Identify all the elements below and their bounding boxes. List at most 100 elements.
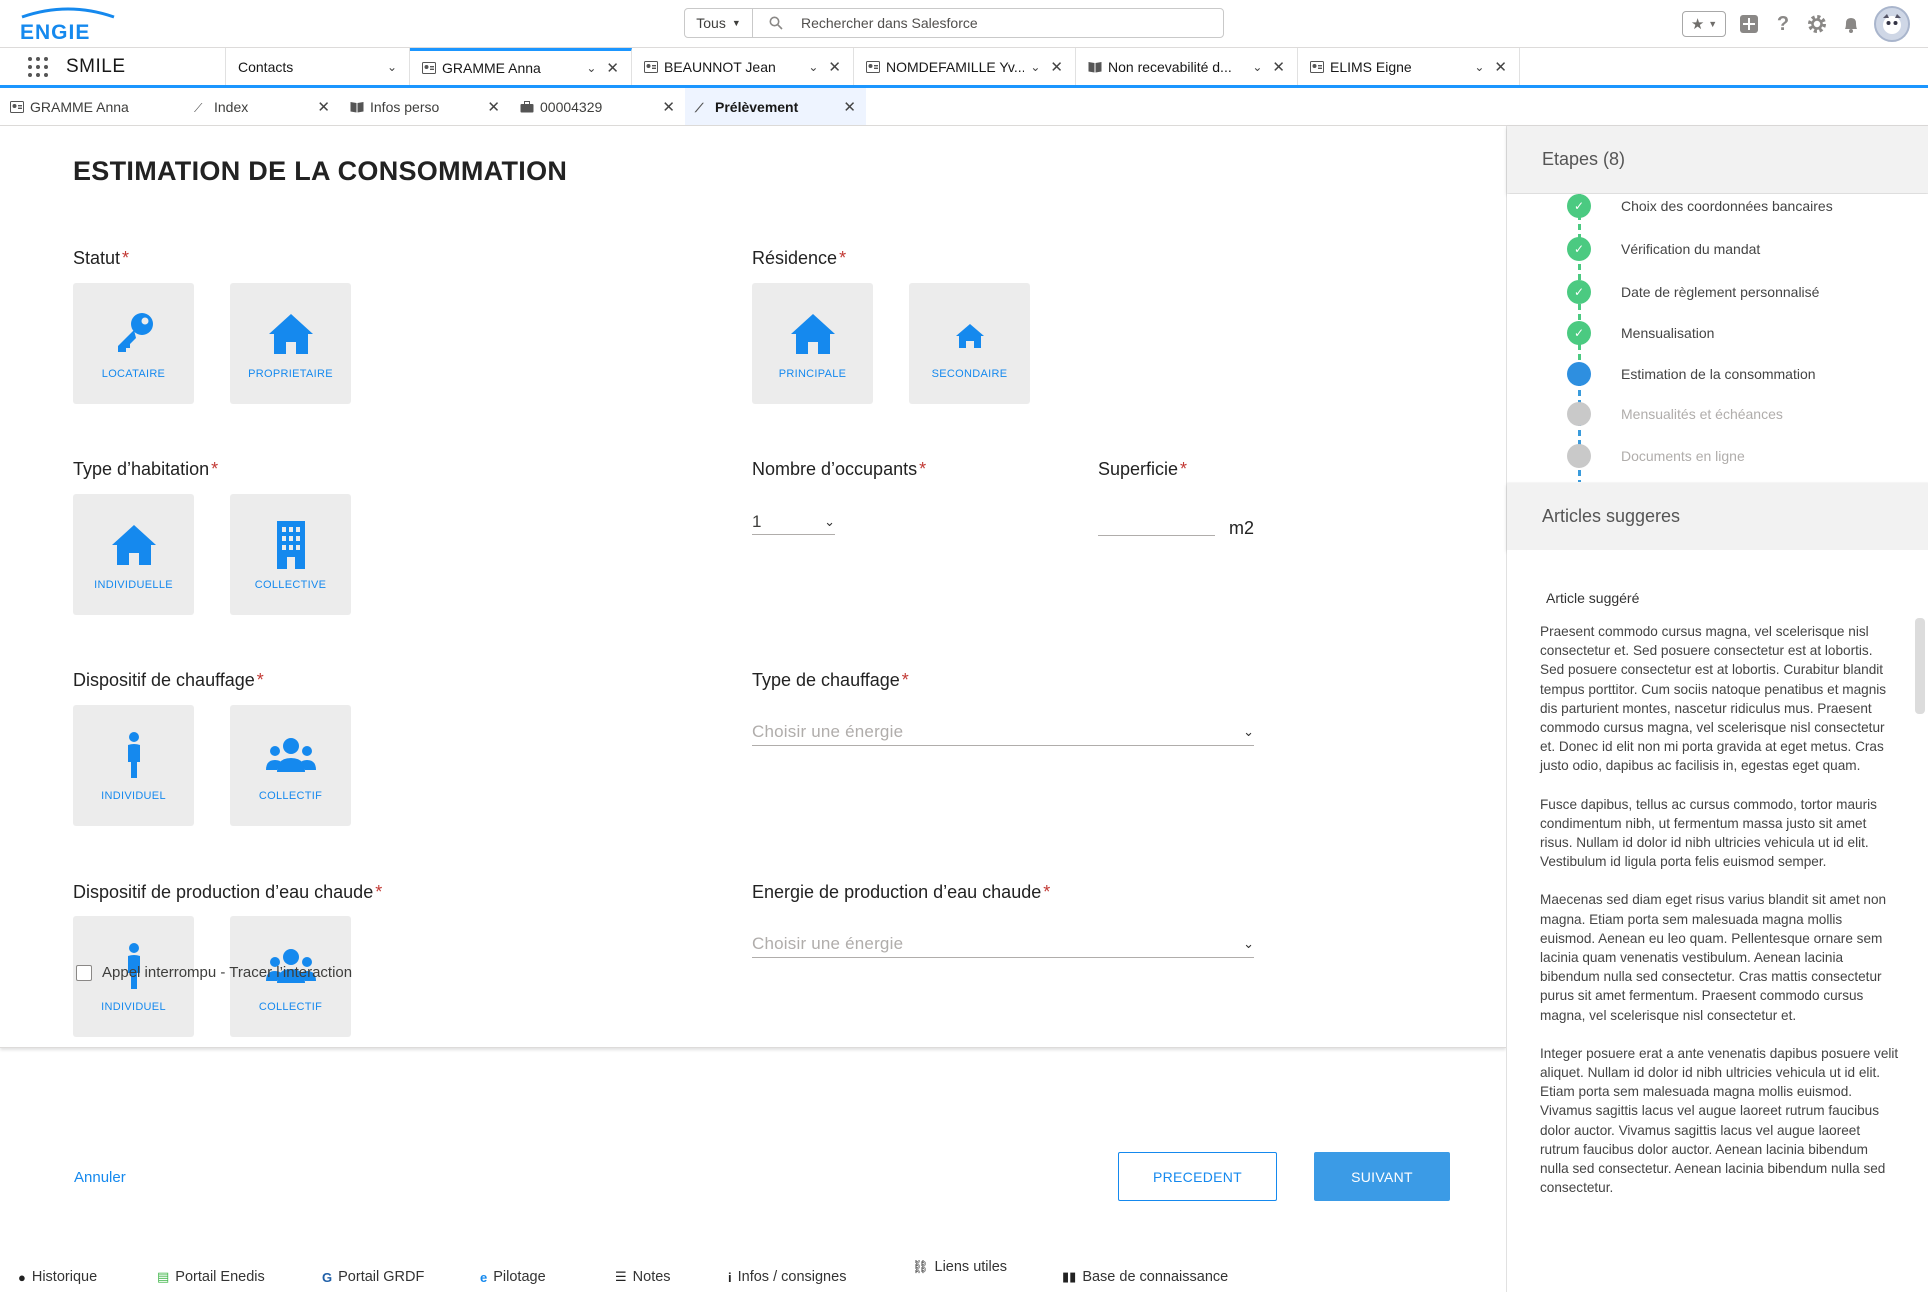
- step-item[interactable]: ✓ Choix des coordonnées bancaires: [1567, 194, 1833, 219]
- statut-proprietaire-tile[interactable]: PROPRIETAIRE: [230, 283, 351, 404]
- chauffage-collectif-tile[interactable]: COLLECTIF: [230, 705, 351, 826]
- contact-card-icon: [422, 62, 436, 74]
- utility-portail-enedis[interactable]: ▤ Portail Enedis: [157, 1269, 265, 1285]
- chauffage-individuel-tile[interactable]: INDIVIDUEL: [73, 705, 194, 826]
- step-item[interactable]: Mensualités et échéances: [1567, 401, 1783, 427]
- habitation-individuelle-tile[interactable]: INDIVIDUELLE: [73, 494, 194, 615]
- subtab-infos-perso[interactable]: Infos perso ✕: [340, 88, 510, 125]
- residence-secondaire-tile[interactable]: SECONDAIRE: [909, 283, 1030, 404]
- steps-list: ✓ Choix des coordonnées bancaires ✓ Véri…: [1507, 194, 1928, 482]
- tab-beaunnot-jean[interactable]: BEAUNNOT Jean ⌄ ✕: [632, 48, 854, 85]
- subtab-gramme-anna[interactable]: GRAMME Anna: [0, 88, 184, 125]
- current-step-dot: [1567, 362, 1591, 386]
- enedis-icon: ▤: [157, 1269, 170, 1284]
- help-icon[interactable]: ?: [1772, 13, 1794, 35]
- pending-step-dot: [1567, 402, 1591, 426]
- step-item-current[interactable]: Estimation de la consommation: [1567, 361, 1816, 387]
- required-marker: *: [122, 248, 130, 268]
- close-icon[interactable]: ✕: [662, 98, 675, 116]
- type-chauffage-label-text: Type de chauffage: [752, 670, 900, 690]
- statut-locataire-tile[interactable]: LOCATAIRE: [73, 283, 194, 404]
- add-icon[interactable]: [1738, 13, 1760, 35]
- utility-infos-consignes[interactable]: i Infos / consignes: [728, 1269, 846, 1285]
- search-input[interactable]: [801, 15, 1181, 31]
- clock-icon: ●: [18, 1269, 26, 1285]
- tab-elims-eigne[interactable]: ELIMS Eigne ⌄ ✕: [1298, 48, 1520, 85]
- residence-label: Résidence *: [752, 248, 846, 269]
- search-field[interactable]: [753, 9, 1223, 37]
- tab-gramme-anna[interactable]: GRAMME Anna ⌄ ✕: [410, 48, 632, 85]
- subtab-00004329[interactable]: 00004329 ✕: [510, 88, 685, 125]
- search-scope-label: Tous: [696, 15, 726, 31]
- appel-interrompu-row[interactable]: Appel interrompu - Tracer l’interaction: [76, 964, 352, 981]
- utility-base-connaissance[interactable]: ▮▮ Base de connaissance: [1062, 1269, 1228, 1285]
- articles-header[interactable]: Articles suggeres: [1507, 483, 1928, 550]
- tile-label: COLLECTIVE: [254, 578, 327, 591]
- page-title: ESTIMATION DE LA CONSOMMATION: [73, 156, 568, 186]
- occupants-select[interactable]: 1 ⌄: [752, 509, 835, 535]
- step-item[interactable]: ✓ Mensualisation: [1567, 320, 1714, 346]
- step-item[interactable]: ✓ Date de règlement personnalisé: [1567, 279, 1819, 305]
- chevron-down-icon: ⌄: [1243, 723, 1254, 739]
- engie-logo[interactable]: ENGIE: [18, 4, 118, 44]
- subtab-label: GRAMME Anna: [30, 98, 129, 115]
- close-icon[interactable]: ✕: [606, 59, 619, 77]
- superficie-input[interactable]: [1098, 510, 1215, 536]
- app-name: SMILE: [66, 55, 126, 77]
- right-panel: Etapes (8) ✓ Choix des coordonnées banca…: [1506, 126, 1928, 1292]
- notes-icon: ☰: [615, 1269, 627, 1284]
- tab-nomdefamille[interactable]: NOMDEFAMILLE Yv... ⌄ ✕: [854, 48, 1076, 85]
- utility-portail-grdf[interactable]: G Portail GRDF: [322, 1269, 424, 1285]
- subtab-label: Prélèvement: [715, 98, 799, 115]
- subtab-index[interactable]: ⟋ Index ✕: [184, 88, 340, 125]
- tab-contacts[interactable]: Contacts ⌄: [226, 48, 410, 85]
- app-launcher[interactable]: SMILE: [0, 48, 226, 85]
- gear-icon[interactable]: [1806, 13, 1828, 35]
- tab-non-recevabilite[interactable]: Non recevabilité d... ⌄ ✕: [1076, 48, 1298, 85]
- close-icon[interactable]: ✕: [487, 98, 500, 116]
- utility-historique[interactable]: ● Historique: [18, 1269, 97, 1285]
- chevron-down-icon[interactable]: ⌄: [1030, 60, 1040, 74]
- close-icon[interactable]: ✕: [1494, 58, 1507, 76]
- energie-eau-select[interactable]: Choisir une énergie ⌄: [752, 930, 1254, 958]
- chevron-down-icon[interactable]: ⌄: [1474, 60, 1484, 74]
- next-button[interactable]: SUIVANT: [1314, 1152, 1450, 1201]
- person-icon: [127, 731, 140, 778]
- required-marker: *: [375, 882, 383, 902]
- main-content: ESTIMATION DE LA CONSOMMATION Statut * LO…: [0, 126, 1506, 1049]
- step-item[interactable]: Documents en ligne: [1567, 443, 1745, 469]
- tab-label: NOMDEFAMILLE Yv...: [886, 58, 1025, 75]
- close-icon[interactable]: ✕: [843, 98, 856, 116]
- tile-label: LOCATAIRE: [101, 367, 166, 380]
- step-item[interactable]: ✓ Vérification du mandat: [1567, 236, 1760, 262]
- previous-button[interactable]: PRECEDENT: [1118, 1152, 1277, 1201]
- search-scope-dropdown[interactable]: Tous ▼: [685, 9, 753, 37]
- close-icon[interactable]: ✕: [1272, 58, 1285, 76]
- close-icon[interactable]: ✕: [317, 98, 330, 116]
- bell-icon[interactable]: [1840, 13, 1862, 35]
- close-icon[interactable]: ✕: [828, 58, 841, 76]
- avatar[interactable]: [1874, 6, 1910, 42]
- cancel-link[interactable]: Annuler: [74, 1169, 126, 1186]
- close-icon[interactable]: ✕: [1050, 58, 1063, 76]
- subtab-prelevement[interactable]: ⟋ Prélèvement ✕: [685, 88, 866, 125]
- chevron-down-icon[interactable]: ⌄: [387, 60, 397, 74]
- utility-liens-utiles[interactable]: ⛓ Liens utiles: [912, 1259, 1007, 1275]
- favorites-button[interactable]: ★ ▼: [1682, 11, 1726, 37]
- habitation-collective-tile[interactable]: COLLECTIVE: [230, 494, 351, 615]
- utility-pilotage[interactable]: e Pilotage: [480, 1269, 546, 1285]
- chevron-down-icon[interactable]: ⌄: [1252, 60, 1262, 74]
- chevron-down-icon[interactable]: ⌄: [808, 60, 818, 74]
- group-icon: [265, 737, 316, 772]
- chevron-down-icon: ▼: [1708, 19, 1718, 29]
- appel-interrompu-checkbox[interactable]: [76, 964, 92, 981]
- chevron-down-icon[interactable]: ⌄: [586, 61, 596, 75]
- required-marker: *: [839, 248, 847, 268]
- type-chauffage-select[interactable]: Choisir une énergie ⌄: [752, 718, 1254, 746]
- utility-label: Portail GRDF: [338, 1269, 425, 1285]
- utility-notes[interactable]: ☰ Notes: [615, 1269, 671, 1285]
- article-scrollbar[interactable]: [1915, 618, 1925, 714]
- steps-header[interactable]: Etapes (8): [1507, 126, 1928, 193]
- utility-label: Liens utiles: [934, 1259, 1008, 1275]
- residence-principale-tile[interactable]: PRINCIPALE: [752, 283, 873, 404]
